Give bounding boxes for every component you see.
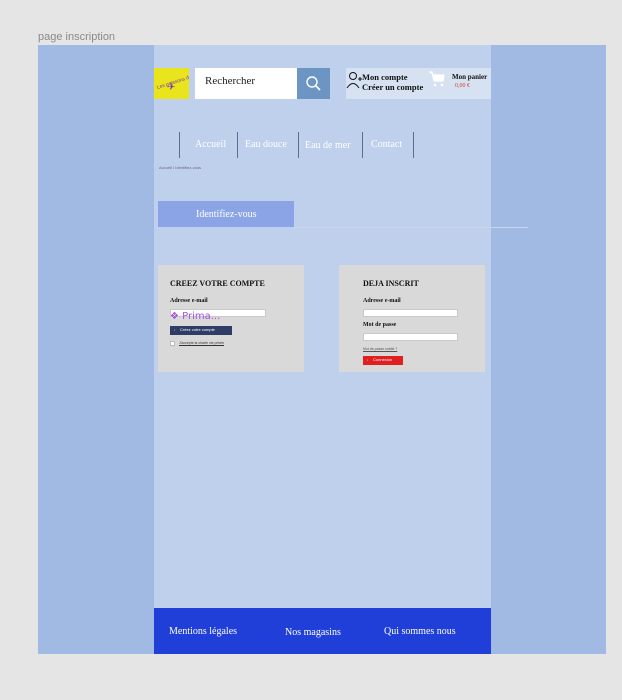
create-account-button-label: Créez votre compte bbox=[180, 327, 215, 332]
create-account-button[interactable]: › Créez votre compte bbox=[170, 326, 232, 335]
nav-separator bbox=[237, 132, 238, 158]
identify-tab[interactable]: Identifiez-vous bbox=[158, 201, 294, 227]
my-account-link[interactable]: Mon compte bbox=[362, 72, 408, 82]
identify-tab-label: Identifiez-vous bbox=[196, 209, 257, 220]
footer-link-magasins[interactable]: Nos magasins bbox=[285, 627, 341, 638]
nav-separator bbox=[413, 132, 414, 158]
arrow-right-icon: › bbox=[367, 357, 369, 362]
login-button-label: Connexion bbox=[373, 357, 393, 362]
login-email-label: Adresse e-mail bbox=[363, 298, 401, 304]
footer-link-mentions[interactable]: Mentions légales bbox=[169, 626, 237, 637]
search-placeholder: Rechercher bbox=[205, 75, 256, 87]
search-button[interactable] bbox=[297, 68, 330, 99]
privacy-checkbox[interactable] bbox=[170, 341, 175, 346]
nav-separator bbox=[298, 132, 299, 158]
breadcrumb[interactable]: Accueil / Identifiez-vous bbox=[159, 165, 201, 170]
login-title: DEJA INSCRIT bbox=[363, 279, 419, 288]
nav-item-accueil[interactable]: Accueil bbox=[195, 139, 226, 150]
password-field[interactable] bbox=[363, 333, 458, 341]
cart-icon[interactable] bbox=[428, 70, 446, 88]
arrow-right-icon: › bbox=[174, 327, 176, 332]
prototype-marker: ❖ Prima... bbox=[170, 311, 221, 322]
privacy-checkbox-label[interactable]: J'accepte la charte vie privée bbox=[179, 341, 224, 345]
password-label: Mot de passe bbox=[363, 322, 397, 328]
nav-separator bbox=[362, 132, 363, 158]
forgot-password-link[interactable]: Mot de passe oublié ? bbox=[363, 347, 397, 351]
user-add-icon[interactable] bbox=[346, 70, 362, 90]
create-account-link[interactable]: Créer un compte bbox=[362, 82, 423, 92]
search-input[interactable]: Rechercher bbox=[195, 68, 297, 99]
site-logo[interactable]: Les poissons du Sud ✈ bbox=[154, 68, 189, 99]
frame-label: page inscription bbox=[38, 31, 116, 43]
nav-item-eau-de-mer[interactable]: Eau de mer bbox=[305, 140, 351, 151]
nav-item-eau-douce[interactable]: Eau douce bbox=[245, 139, 287, 150]
fish-icon: ✈ bbox=[167, 82, 176, 93]
footer-link-about[interactable]: Qui sommes nous bbox=[384, 626, 456, 637]
login-email-field[interactable] bbox=[363, 309, 458, 317]
tab-divider bbox=[294, 227, 528, 228]
create-email-label: Adresse e-mail bbox=[170, 298, 208, 304]
create-account-title: CREEZ VOTRE COMPTE bbox=[170, 279, 265, 288]
search-icon bbox=[306, 76, 321, 91]
nav-separator bbox=[179, 132, 180, 158]
cart-label[interactable]: Mon panier bbox=[452, 73, 487, 81]
cart-amount: 0,00 € bbox=[455, 83, 470, 89]
nav-item-contact[interactable]: Contact bbox=[371, 139, 402, 150]
login-button[interactable]: › Connexion bbox=[363, 356, 403, 365]
